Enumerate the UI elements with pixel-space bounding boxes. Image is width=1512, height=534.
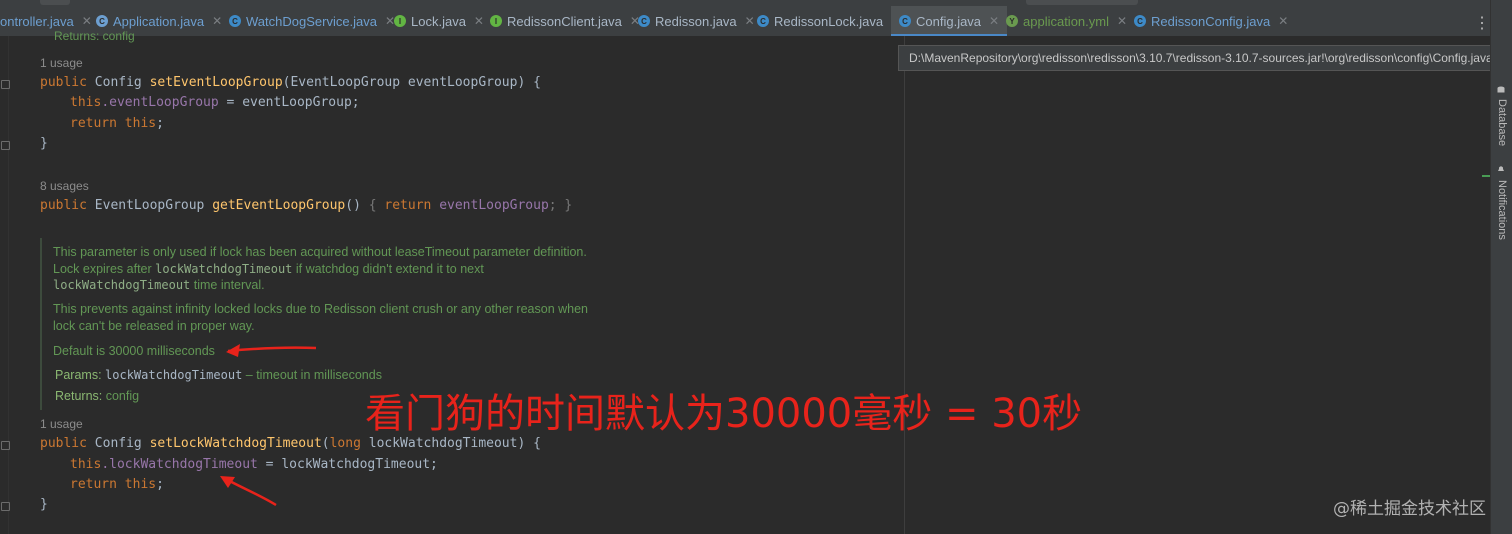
annotation-text: 看门狗的时间默认为30000毫秒 = 30秒 [365,391,1083,437]
watermark: @稀土掘金技术社区 [1333,499,1486,519]
arrow-to-default-line [226,344,317,357]
arrow-to-lock-field [220,476,277,507]
annotation-arrows [220,344,317,507]
